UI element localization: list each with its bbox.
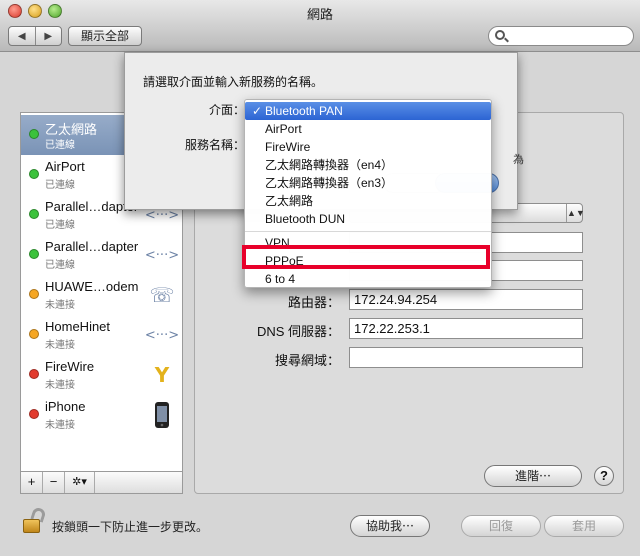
network-adapter-icon: <···> <box>144 247 180 263</box>
service-status: 未連接 <box>45 420 75 431</box>
status-dot-green-icon <box>29 169 39 179</box>
remove-service-button[interactable]: − <box>43 472 65 493</box>
popup-arrows-icon: ▲▼ <box>566 204 585 222</box>
revert-button[interactable]: 回復 <box>461 515 541 537</box>
dns-server-field[interactable]: 172.22.253.1 <box>349 318 583 339</box>
menu-item-ethernet[interactable]: 乙太網路 <box>245 192 491 210</box>
assist-me-button[interactable]: 協助我⋯ <box>350 515 430 537</box>
service-status: 未連接 <box>45 340 75 351</box>
add-service-button[interactable]: + <box>21 472 43 493</box>
menu-item-ethernet-adapter-en4[interactable]: 乙太網路轉換器（en4） <box>245 156 491 174</box>
service-item-iphone[interactable]: iPhone 未連接 <box>21 395 182 435</box>
help-button[interactable]: ? <box>594 466 614 486</box>
sheet-prompt: 請選取介面並輸入新服務的名稱。 <box>143 75 324 89</box>
menu-item-bluetooth-pan[interactable]: ✓ Bluetooth PAN <box>245 102 491 120</box>
service-name: AirPort <box>45 159 85 174</box>
lock-icon[interactable] <box>23 506 47 534</box>
service-status: 已連線 <box>45 140 75 151</box>
title-bar: 網路 ◀ ▶ 顯示全部 <box>0 0 640 52</box>
status-dot-green-icon <box>29 249 39 259</box>
service-list-toolbar: + − ✲▾ <box>20 472 183 494</box>
search-field[interactable] <box>488 26 634 46</box>
service-name: Parallel…dapter <box>45 239 139 254</box>
menu-item-ethernet-adapter-en3[interactable]: 乙太網路轉換器（en3） <box>245 174 491 192</box>
service-item-firewire[interactable]: FireWire 未連接 Y <box>21 355 182 395</box>
service-item-parallels-2[interactable]: Parallel…dapter 已連線 <···> <box>21 235 182 275</box>
service-name-label: 服務名稱： <box>184 138 245 152</box>
menu-item-bluetooth-dun[interactable]: Bluetooth DUN <box>245 210 491 228</box>
nav-back-forward: ◀ ▶ <box>8 26 62 46</box>
service-name: FireWire <box>45 359 95 374</box>
service-status: 已連線 <box>45 180 75 191</box>
dns-server-label: DNS 伺服器： <box>256 324 340 339</box>
service-item-huawei-modem[interactable]: HUAWE…odem 未連接 ☏ <box>21 275 182 315</box>
advanced-button[interactable]: 進階⋯ <box>484 465 582 487</box>
status-dot-red-icon <box>29 369 39 379</box>
firewire-icon: Y <box>154 363 170 387</box>
forward-arrow-icon[interactable]: ▶ <box>36 27 62 45</box>
sheet-edge-text: 為 <box>513 154 524 166</box>
menu-item-firewire[interactable]: FireWire <box>245 138 491 156</box>
service-status: 未連接 <box>45 300 75 311</box>
apply-button[interactable]: 套用 <box>544 515 624 537</box>
menu-separator <box>245 231 491 232</box>
highlight-box <box>242 245 490 269</box>
menu-item-label: Bluetooth PAN <box>265 104 343 118</box>
interface-label: 介面： <box>208 103 245 117</box>
status-dot-orange-icon <box>29 289 39 299</box>
search-domain-field[interactable] <box>349 347 583 368</box>
service-item-homehinet[interactable]: HomeHinet 未連接 <···> <box>21 315 182 355</box>
service-status: 未連接 <box>45 380 75 391</box>
status-dot-green-icon <box>29 129 39 139</box>
router-label: 路由器： <box>287 295 340 310</box>
show-all-button[interactable]: 顯示全部 <box>68 26 142 46</box>
modem-phone-icon: ☏ <box>149 283 175 307</box>
menu-item-airport[interactable]: AirPort <box>245 120 491 138</box>
service-name: HUAWE…odem <box>45 279 139 294</box>
search-icon <box>495 30 505 40</box>
router-field[interactable]: 172.24.94.254 <box>349 289 583 310</box>
service-status: 已連線 <box>45 260 75 271</box>
status-dot-orange-icon <box>29 329 39 339</box>
gear-icon[interactable]: ✲▾ <box>65 472 95 493</box>
service-name: HomeHinet <box>45 319 111 334</box>
search-domain-label: 搜尋網域： <box>274 353 340 368</box>
lock-hint-text: 按鎖頭一下防止進一步更改。 <box>52 520 209 534</box>
menu-item-6to4[interactable]: 6 to 4 <box>245 270 491 288</box>
window-title: 網路 <box>306 7 333 22</box>
iphone-icon <box>147 401 177 429</box>
back-arrow-icon[interactable]: ◀ <box>9 27 36 45</box>
network-adapter-icon: <···> <box>144 327 180 343</box>
service-status: 已連線 <box>45 220 75 231</box>
checkmark-icon: ✓ <box>252 104 263 118</box>
status-dot-red-icon <box>29 409 39 419</box>
status-dot-green-icon <box>29 209 39 219</box>
service-name: iPhone <box>45 399 86 414</box>
